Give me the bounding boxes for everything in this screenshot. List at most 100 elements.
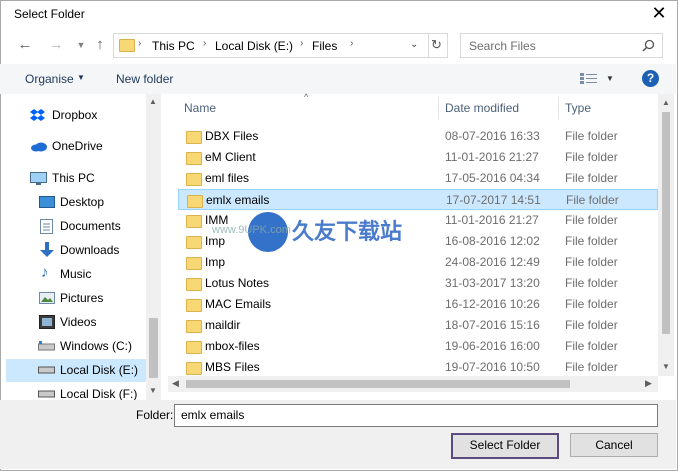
scroll-up-icon[interactable]: ▲	[662, 98, 670, 107]
file-type: File folder	[565, 129, 618, 143]
file-list-vertical-scrollbar[interactable]: ▲ ▼	[658, 94, 674, 376]
sidebar-item-music[interactable]: ♪ Music	[6, 263, 146, 286]
view-options-icon[interactable]	[580, 73, 597, 84]
table-row[interactable]: eml files 17-05-2016 04:34 File folder	[178, 168, 658, 189]
scroll-right-icon[interactable]: ▶	[645, 378, 652, 389]
file-date: 17-07-2017 14:51	[446, 193, 541, 207]
search-icon	[642, 39, 655, 52]
table-row[interactable]: emlx emails 17-07-2017 14:51 File folder	[178, 189, 658, 210]
sidebar-item-label: Local Disk (E:)	[60, 363, 139, 377]
table-row[interactable]: DBX Files 08-07-2016 16:33 File folder	[178, 126, 658, 147]
computer-icon	[30, 172, 47, 185]
column-type-header[interactable]: Type	[565, 101, 591, 115]
file-name: DBX Files	[205, 129, 259, 143]
folder-icon	[186, 320, 202, 333]
table-row[interactable]: MAC Emails 16-12-2016 10:26 File folder	[178, 294, 658, 315]
organise-chevron-icon[interactable]: ▼	[77, 73, 85, 82]
table-row[interactable]: Lotus Notes 31-03-2017 13:20 File folder	[178, 273, 658, 294]
search-input[interactable]: Search Files	[460, 33, 663, 58]
sidebar-item-windows-c[interactable]: Windows (C:)	[6, 335, 146, 358]
sidebar-item-documents[interactable]: Documents	[6, 215, 146, 238]
organise-button[interactable]: Organise	[25, 72, 74, 86]
refresh-button[interactable]: ↻	[427, 33, 448, 58]
scroll-left-icon[interactable]: ◀	[172, 378, 179, 389]
file-type: File folder	[565, 150, 618, 164]
sidebar-item-local-disk-f[interactable]: Local Disk (F:)	[6, 383, 146, 400]
file-name: eml files	[205, 171, 250, 185]
folder-icon	[186, 131, 202, 144]
address-dropdown-chevron-icon[interactable]: ⌄	[410, 39, 418, 50]
file-type: File folder	[565, 297, 618, 311]
address-bar[interactable]: › This PC › Local Disk (E:) › Files › ⌄	[113, 33, 429, 58]
folder-icon	[186, 341, 202, 354]
scrollbar-thumb[interactable]	[149, 318, 158, 378]
sidebar-item-local-disk-e[interactable]: Local Disk (E:)	[6, 359, 146, 382]
folder-icon	[186, 278, 202, 291]
folder-icon	[186, 299, 202, 312]
table-row[interactable]: MBS Files 19-07-2016 10:50 File folder	[178, 357, 658, 378]
scrollbar-thumb[interactable]	[662, 112, 670, 334]
breadcrumb-files[interactable]: Files	[312, 39, 337, 53]
onedrive-icon	[31, 142, 47, 152]
file-type: File folder	[565, 255, 618, 269]
up-arrow-icon[interactable]: ↑	[91, 36, 109, 54]
sidebar-item-label: Windows (C:)	[60, 339, 133, 353]
desktop-icon	[39, 196, 55, 208]
music-icon: ♪	[41, 264, 49, 281]
sidebar-item-label: Pictures	[60, 291, 104, 305]
folder-icon	[119, 39, 135, 52]
sidebar-item-dropbox[interactable]: Dropbox	[6, 104, 146, 127]
column-date-header[interactable]: Date modified	[445, 101, 519, 115]
folder-label: Folder:	[136, 408, 174, 422]
file-name: Lotus Notes	[205, 276, 270, 290]
folder-icon	[186, 257, 202, 270]
sidebar-item-label: OneDrive	[52, 139, 103, 153]
help-icon[interactable]: ?	[642, 70, 659, 87]
table-row[interactable]: mbox-files 19-06-2016 16:00 File folder	[178, 336, 658, 357]
sidebar-item-label: Downloads	[60, 243, 120, 257]
scroll-up-icon[interactable]: ▲	[149, 97, 157, 106]
forward-arrow-icon[interactable]: →	[47, 36, 65, 54]
column-name-header[interactable]: Name	[184, 101, 216, 115]
sidebar-item-videos[interactable]: Videos	[6, 311, 146, 334]
scroll-down-icon[interactable]: ▼	[149, 386, 157, 395]
documents-icon	[40, 219, 53, 234]
select-folder-button[interactable]: Select Folder	[451, 433, 559, 459]
sidebar-item-onedrive[interactable]: OneDrive	[6, 135, 146, 158]
sidebar-item-label: This PC	[52, 171, 95, 185]
file-list-horizontal-scrollbar[interactable]: ◀ ▶	[168, 376, 658, 392]
folder-name-input[interactable]: emlx emails	[174, 404, 658, 427]
back-arrow-icon[interactable]: ←	[16, 36, 34, 54]
folder-icon	[187, 195, 203, 208]
table-row[interactable]: Imp 24-08-2016 12:49 File folder	[178, 252, 658, 273]
file-date: 08-07-2016 16:33	[445, 129, 540, 143]
navigation-scrollbar[interactable]: ▲ ▼	[146, 94, 161, 400]
cancel-button[interactable]: Cancel	[570, 433, 658, 457]
folder-name-value: emlx emails	[181, 408, 245, 422]
file-name: emlx emails	[206, 193, 270, 207]
table-row[interactable]: eM Client 11-01-2016 21:27 File folder	[178, 147, 658, 168]
file-date: 19-06-2016 16:00	[445, 339, 540, 353]
sidebar-item-this-pc[interactable]: This PC	[6, 167, 146, 190]
sidebar-item-label: Local Disk (F:)	[60, 387, 138, 400]
recent-locations-chevron-icon[interactable]: ▼	[72, 36, 90, 54]
sidebar-item-desktop[interactable]: Desktop	[6, 191, 146, 214]
new-folder-button[interactable]: New folder	[116, 72, 173, 86]
close-icon[interactable]: ✕	[650, 4, 668, 22]
command-bar	[0, 64, 676, 94]
sidebar-item-label: Documents	[60, 219, 121, 233]
scroll-down-icon[interactable]: ▼	[662, 362, 670, 371]
breadcrumb-local-disk[interactable]: Local Disk (E:)	[215, 39, 293, 53]
refresh-icon: ↻	[431, 37, 442, 52]
file-date: 19-07-2016 10:50	[445, 360, 540, 374]
scrollbar-thumb[interactable]	[186, 380, 570, 388]
file-name: mbox-files	[205, 339, 260, 353]
breadcrumb-this-pc[interactable]: This PC	[152, 39, 195, 53]
sidebar-item-pictures[interactable]: Pictures	[6, 287, 146, 310]
sidebar-item-label: Desktop	[60, 195, 105, 209]
view-chevron-icon[interactable]: ▼	[606, 74, 614, 83]
file-name: maildir	[205, 318, 241, 332]
table-row[interactable]: maildir 18-07-2016 15:16 File folder	[178, 315, 658, 336]
drive-icon	[38, 341, 55, 351]
sidebar-item-downloads[interactable]: Downloads	[6, 239, 146, 262]
